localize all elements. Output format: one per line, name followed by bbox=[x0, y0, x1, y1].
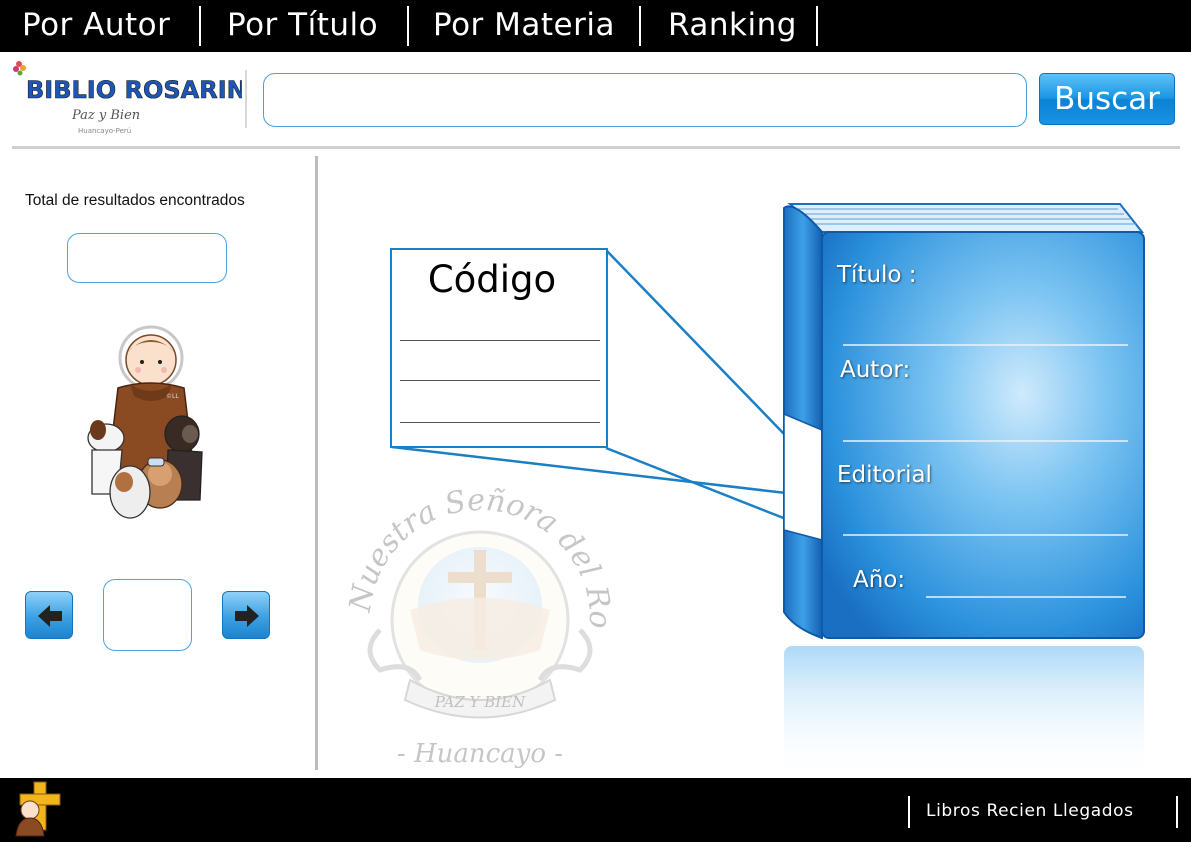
nav-separator bbox=[639, 6, 641, 46]
saint-francis-mascot-illustration: ©LL bbox=[87, 325, 203, 519]
total-results-label: Total de resultados encontrados bbox=[25, 192, 245, 209]
code-card-line bbox=[400, 422, 600, 423]
logo-location: Huancayo-Perú bbox=[78, 127, 131, 135]
code-card-title: Código bbox=[427, 258, 557, 301]
biblio-rosarina-logo[interactable]: BIBLIO ROSARINA Paz y Bien Huancayo-Perú bbox=[10, 58, 242, 140]
top-nav-bar: Por Autor Por Título Por Materia Ranking bbox=[0, 0, 1191, 52]
logo-divider bbox=[245, 70, 247, 128]
nav-por-autor[interactable]: Por Autor bbox=[22, 0, 170, 52]
book-field-titulo: Título : bbox=[837, 262, 917, 288]
book-field-editorial: Editorial bbox=[837, 462, 932, 488]
nav-por-materia[interactable]: Por Materia bbox=[433, 0, 615, 52]
nav-separator bbox=[816, 6, 818, 46]
sidebar-divider bbox=[315, 156, 318, 770]
code-card-line bbox=[400, 340, 600, 341]
previous-page-button[interactable] bbox=[25, 591, 73, 639]
nav-separator bbox=[407, 6, 409, 46]
nav-separator bbox=[199, 6, 201, 46]
book-field-autor: Autor: bbox=[840, 357, 911, 383]
nav-ranking[interactable]: Ranking bbox=[668, 0, 797, 52]
search-button[interactable]: Buscar bbox=[1039, 73, 1175, 125]
next-page-button[interactable] bbox=[222, 591, 270, 639]
logo-flower-icon bbox=[13, 61, 26, 76]
total-results-field bbox=[67, 233, 227, 283]
search-input[interactable] bbox=[263, 73, 1027, 127]
header-divider bbox=[12, 146, 1180, 149]
book-field-anio: Año: bbox=[853, 567, 906, 593]
logo-tagline: Paz y Bien bbox=[71, 108, 140, 123]
recent-books-link[interactable]: Libros Recien Llegados bbox=[908, 796, 1148, 828]
code-card: Código bbox=[390, 248, 608, 448]
logo-title: BIBLIO ROSARINA bbox=[26, 76, 242, 104]
arrow-left-icon bbox=[38, 605, 62, 627]
friar-cross-icon[interactable] bbox=[10, 780, 68, 838]
nav-por-titulo[interactable]: Por Título bbox=[227, 0, 378, 52]
page-number-field bbox=[103, 579, 192, 651]
arrow-right-icon bbox=[235, 605, 259, 627]
code-card-line bbox=[400, 380, 600, 381]
footer-separator bbox=[1176, 796, 1178, 828]
svg-text:©LL: ©LL bbox=[166, 393, 179, 400]
